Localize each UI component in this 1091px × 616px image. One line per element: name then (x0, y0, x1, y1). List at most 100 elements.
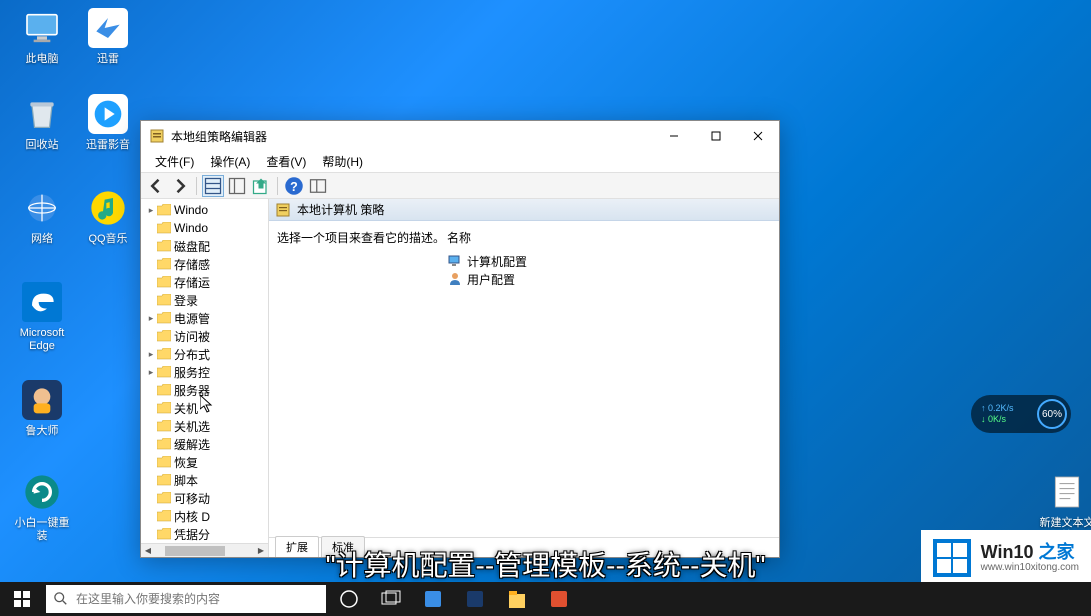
computer-config-icon (447, 253, 463, 269)
expand-icon[interactable] (145, 492, 157, 504)
toolbar: ? (141, 173, 779, 199)
desktop-icon-ludashi[interactable]: 鲁大师 (12, 378, 72, 438)
taskbar-cortana[interactable] (328, 582, 370, 616)
expand-icon[interactable] (145, 438, 157, 450)
tree-node-label: 分布式 (174, 346, 210, 363)
tree-node[interactable]: 内核 D (141, 507, 268, 525)
expand-icon[interactable] (145, 528, 157, 540)
tree-node-label: 磁盘配 (174, 238, 210, 255)
desktop-icon-network[interactable]: 网络 (12, 186, 72, 246)
tree-node[interactable]: 访问被 (141, 327, 268, 345)
help-button[interactable]: ? (283, 175, 305, 197)
tree-node[interactable]: ▸ Windo (141, 201, 268, 219)
expand-icon[interactable] (145, 420, 157, 432)
expand-icon[interactable] (145, 384, 157, 396)
expand-icon[interactable] (145, 276, 157, 288)
menubar: 文件(F) 操作(A) 查看(V) 帮助(H) (141, 151, 779, 173)
menu-action[interactable]: 操作(A) (202, 151, 258, 172)
scroll-left-icon[interactable]: ◀ (141, 544, 155, 558)
expand-icon[interactable] (145, 240, 157, 252)
menu-file[interactable]: 文件(F) (147, 151, 202, 172)
list-view-button[interactable] (202, 175, 224, 197)
desktop-icon-edge[interactable]: Microsoft Edge (12, 280, 72, 353)
expand-icon[interactable] (145, 474, 157, 486)
taskbar-app-1[interactable] (412, 582, 454, 616)
folder-icon (157, 240, 171, 252)
taskbar-app-2[interactable] (454, 582, 496, 616)
maximize-button[interactable] (695, 121, 737, 151)
tree-node[interactable]: 存储运 (141, 273, 268, 291)
taskbar-taskview[interactable] (370, 582, 412, 616)
menu-help[interactable]: 帮助(H) (314, 151, 371, 172)
desktop-icon-label: 网络 (12, 233, 72, 246)
content-item-label: 用户配置 (467, 271, 515, 288)
tree-node-label: 存储运 (174, 274, 210, 291)
titlebar[interactable]: 本地组策略编辑器 (141, 121, 779, 151)
content-item-computer-config[interactable]: 计算机配置 (447, 252, 771, 270)
window-title: 本地组策略编辑器 (171, 128, 653, 145)
watermark-brand: Win10 (981, 542, 1034, 562)
desktop-icon-label: 此电脑 (12, 53, 72, 66)
folder-icon (157, 438, 171, 450)
column-header-name[interactable]: 名称 (447, 229, 771, 246)
tree-node-label: Windo (174, 203, 208, 217)
start-button[interactable] (0, 582, 44, 616)
tree-node[interactable]: ▸ 分布式 (141, 345, 268, 363)
tab-extended[interactable]: 扩展 (275, 536, 319, 557)
expand-icon[interactable] (145, 510, 157, 522)
expand-icon[interactable]: ▸ (145, 204, 157, 216)
tree-node[interactable]: ▸电源管 (141, 309, 268, 327)
desktop-icon-recycle-bin[interactable]: 回收站 (12, 92, 72, 152)
minimize-button[interactable] (653, 121, 695, 151)
expand-icon[interactable]: ▸ (145, 366, 157, 378)
search-input[interactable] (76, 592, 318, 606)
desktop-icon-label: 回收站 (12, 139, 72, 152)
desktop-icon-xunlei-video[interactable]: 迅雷影音 (78, 92, 138, 152)
expand-icon[interactable] (145, 456, 157, 468)
refresh-icon (20, 470, 64, 514)
tree-scrollbar[interactable]: ◀ ▶ (141, 543, 268, 557)
desktop-icon-xiaobai[interactable]: 小白一键重装 (12, 470, 72, 543)
tree-node[interactable]: 缓解选 (141, 435, 268, 453)
tree-node[interactable]: 登录 (141, 291, 268, 309)
export-button[interactable] (250, 175, 272, 197)
content-header: 本地计算机 策略 (269, 199, 779, 221)
content-pane: 本地计算机 策略 选择一个项目来查看它的描述。 名称 计算机配置 用户配置 (269, 199, 779, 557)
desktop-icon-label: 迅雷 (78, 53, 138, 66)
mascot-icon (20, 378, 64, 422)
menu-view[interactable]: 查看(V) (258, 151, 314, 172)
filter-button[interactable] (307, 175, 329, 197)
desktop-icon-label: 迅雷影音 (78, 139, 138, 152)
desktop-icon-xunlei[interactable]: 迅雷 (78, 6, 138, 66)
taskbar-search[interactable] (46, 585, 326, 613)
forward-button[interactable] (169, 175, 191, 197)
tree-node[interactable]: 凭据分 (141, 525, 268, 543)
windows-logo-icon (933, 539, 971, 577)
expand-icon[interactable]: ▸ (145, 312, 157, 324)
desktop-icon-qqmusic[interactable]: QQ音乐 (78, 186, 138, 246)
performance-widget[interactable]: ↑ 0.2K/s ↓ 0K/s 60% (971, 395, 1071, 433)
tree-node[interactable]: 可移动 (141, 489, 268, 507)
taskbar-app-3[interactable] (496, 582, 538, 616)
taskbar-app-4[interactable] (538, 582, 580, 616)
content-item-user-config[interactable]: 用户配置 (447, 270, 771, 288)
back-button[interactable] (145, 175, 167, 197)
close-button[interactable] (737, 121, 779, 151)
expand-icon[interactable] (145, 402, 157, 414)
tree-node[interactable]: 脚本 (141, 471, 268, 489)
tree-node[interactable]: ▸服务控 (141, 363, 268, 381)
scroll-right-icon[interactable]: ▶ (254, 544, 268, 558)
tree-node[interactable]: Windo (141, 219, 268, 237)
desktop-icon-this-pc[interactable]: 此电脑 (12, 6, 72, 66)
details-button[interactable] (226, 175, 248, 197)
tree-node[interactable]: 关机选 (141, 417, 268, 435)
expand-icon[interactable] (145, 294, 157, 306)
expand-icon[interactable] (145, 258, 157, 270)
tree-node[interactable]: 磁盘配 (141, 237, 268, 255)
expand-icon[interactable]: ▸ (145, 348, 157, 360)
policy-icon (275, 202, 291, 218)
expand-icon[interactable] (145, 330, 157, 342)
expand-icon[interactable] (145, 222, 157, 234)
tree-node[interactable]: 存储感 (141, 255, 268, 273)
tree-node[interactable]: 恢复 (141, 453, 268, 471)
